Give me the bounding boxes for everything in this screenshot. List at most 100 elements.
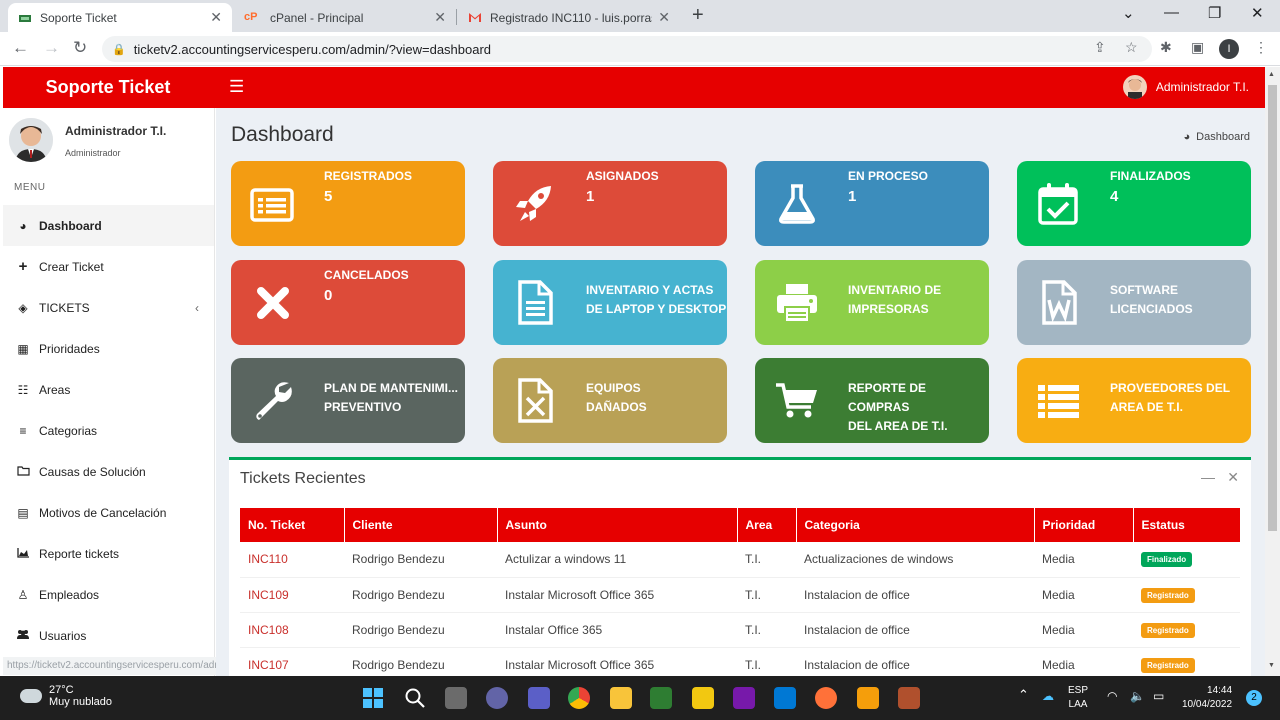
tile-asignados[interactable]: ASIGNADOS 1 [493, 161, 727, 246]
tile-label: PLAN DE MANTENIMI... PREVENTIVO [324, 379, 458, 417]
power-bi-icon[interactable] [692, 687, 714, 709]
ticket-number-link[interactable]: INC110 [240, 542, 344, 578]
chevron-up-icon[interactable]: ⌃ [1018, 688, 1029, 702]
close-icon[interactable]: ✕ [210, 9, 222, 26]
header-user-menu[interactable]: Administrador T.I. [1122, 75, 1249, 99]
column-header[interactable]: Categoria [796, 508, 1035, 542]
close-icon[interactable]: ✕ [658, 9, 670, 26]
column-header[interactable]: Cliente [344, 508, 498, 542]
share-icon[interactable]: ⇪ [1094, 39, 1106, 56]
collapse-icon[interactable]: — [1201, 469, 1215, 485]
side-panel-icon[interactable]: ▣ [1191, 39, 1204, 56]
tile-cancelados[interactable]: CANCELADOS 0 [231, 260, 465, 345]
search-icon[interactable] [404, 687, 426, 709]
page-scrollbar[interactable]: ▲ ▼ [1265, 67, 1280, 676]
ticket-number-link[interactable]: INC109 [240, 577, 344, 613]
menu-kebab-icon[interactable]: ⋮ [1254, 39, 1268, 56]
close-window-icon[interactable]: ✕ [1251, 4, 1264, 22]
table-row[interactable]: INC107 Rodrigo Bendezu Instalar Microsof… [240, 647, 1240, 676]
column-header[interactable]: No. Ticket [240, 508, 345, 542]
tile-en-proceso[interactable]: EN PROCESO 1 [755, 161, 989, 246]
scroll-up-icon[interactable]: ▲ [1268, 71, 1275, 78]
breadcrumb-item[interactable]: Dashboard [1196, 131, 1250, 143]
notepad-icon[interactable] [650, 687, 672, 709]
tab-cpanel[interactable]: cP cPanel - Principal ✕ [234, 3, 456, 32]
restore-icon[interactable]: ❐ [1208, 4, 1221, 22]
scroll-down-icon[interactable]: ▼ [1268, 662, 1275, 669]
remote-desktop-icon[interactable] [774, 687, 796, 709]
weather-widget[interactable]: 27°C Muy nublado [20, 684, 112, 708]
sidebar-item-causas[interactable]: Causas de Solución [3, 451, 214, 492]
sidebar-item-usuarios[interactable]: Usuarios [3, 615, 214, 656]
tile-inventario-impresoras[interactable]: INVENTARIO DE IMPRESORAS [755, 260, 989, 345]
tile-proveedores[interactable]: PROVEEDORES DEL AREA DE T.I. [1017, 358, 1251, 443]
sidebar-item-categorias[interactable]: ≡ Categorias [3, 410, 214, 451]
sublime-icon[interactable] [857, 687, 879, 709]
cell-cliente: Rodrigo Bendezu [344, 647, 497, 676]
language-indicator[interactable]: ESP LAA [1068, 684, 1088, 712]
tile-inventario-actas[interactable]: INVENTARIO Y ACTAS DE LAPTOP Y DESKTOP [493, 260, 727, 345]
tile-plan-mantenimiento[interactable]: PLAN DE MANTENIMI... PREVENTIVO [231, 358, 465, 443]
column-header[interactable]: Prioridad [1034, 508, 1134, 542]
scrollbar-thumb[interactable] [1268, 85, 1277, 531]
chat-icon[interactable] [486, 687, 508, 709]
windows-start-icon[interactable] [362, 687, 384, 709]
sidebar-item-empleados[interactable]: ♙ Empleados [3, 574, 214, 615]
tile-label-line2: LICENCIADOS [1110, 302, 1193, 316]
hamburger-icon[interactable]: ☰ [229, 77, 244, 97]
task-view-icon[interactable] [445, 687, 467, 709]
teams-icon[interactable] [528, 687, 550, 709]
close-icon[interactable]: ✕ [434, 9, 446, 26]
firefox-icon[interactable] [815, 687, 837, 709]
chevron-down-icon[interactable]: ⌄ [1122, 4, 1135, 22]
battery-icon[interactable]: ▭ [1153, 689, 1164, 703]
tile-reporte-compras[interactable]: REPORTE DE COMPRAS DEL AREA DE T.I. [755, 358, 989, 443]
app-icon[interactable] [898, 687, 920, 709]
tile-equipos-danados[interactable]: EQUIPOS DAÑADOS [493, 358, 727, 443]
column-header[interactable]: Asunto [497, 508, 738, 542]
reload-icon[interactable]: ↻ [73, 38, 87, 58]
url-input[interactable]: 🔒 ticketv2.accountingservicesperu.com/ad… [102, 36, 1152, 62]
tile-registrados[interactable]: REGISTRADOS 5 [231, 161, 465, 246]
sidebar-item-prioridades[interactable]: ▦ Prioridades [3, 328, 214, 369]
table-row[interactable]: INC110 Rodrigo Bendezu Actulizar a windo… [240, 542, 1240, 578]
column-header[interactable]: Estatus [1133, 508, 1240, 542]
tile-label: REPORTE DE COMPRAS DEL AREA DE T.I. [848, 379, 989, 436]
extensions-icon[interactable]: ✱ [1160, 39, 1172, 56]
close-icon[interactable]: ✕ [1227, 469, 1239, 486]
sidebar-item-motivos[interactable]: ▤ Motivos de Cancelación [3, 492, 214, 533]
tab-title: cPanel - Principal [270, 10, 364, 25]
star-icon[interactable]: ☆ [1125, 39, 1138, 56]
cloud-tray-icon[interactable]: ☁ [1042, 689, 1054, 703]
back-arrow-icon[interactable]: ← [12, 38, 29, 58]
sidebar-item-crear-ticket[interactable]: + Crear Ticket [3, 246, 214, 287]
onenote-icon[interactable] [733, 687, 755, 709]
column-header[interactable]: Area [737, 508, 797, 542]
sidebar-item-dashboard[interactable]: ◕ Dashboard [3, 205, 214, 246]
tab-soporte-ticket[interactable]: Soporte Ticket ✕ [8, 3, 232, 32]
new-tab-icon[interactable]: + [692, 4, 704, 27]
sidebar-item-tickets[interactable]: ◈ TICKETS ‹ [3, 287, 214, 328]
ticket-number-link[interactable]: INC107 [240, 647, 344, 676]
clock[interactable]: 14:44 10/04/2022 [1182, 684, 1232, 712]
table-row[interactable]: INC108 Rodrigo Bendezu Instalar Office 3… [240, 612, 1240, 648]
brand-logo[interactable]: Soporte Ticket [3, 67, 213, 108]
ticket-number-link[interactable]: INC108 [240, 612, 344, 648]
sidebar-item-label: Empleados [39, 587, 100, 602]
sidebar-item-areas[interactable]: ☷ Areas [3, 369, 214, 410]
table-row[interactable]: INC109 Rodrigo Bendezu Instalar Microsof… [240, 577, 1240, 613]
chrome-icon[interactable] [568, 687, 590, 709]
sidebar-item-reporte[interactable]: Reporte tickets [3, 533, 214, 574]
forward-arrow-icon[interactable]: → [43, 38, 60, 58]
tile-software[interactable]: SOFTWARE LICENCIADOS [1017, 260, 1251, 345]
speaker-icon[interactable]: 🔈 [1130, 689, 1145, 703]
tab-gmail[interactable]: Registrado INC110 - luis.porras7@ ✕ [458, 3, 680, 32]
wifi-icon[interactable]: ◠ [1107, 689, 1117, 703]
minimize-icon[interactable]: — [1164, 4, 1179, 21]
cell-cliente: Rodrigo Bendezu [344, 612, 497, 648]
notification-badge[interactable]: 2 [1246, 690, 1262, 706]
tile-finalizados[interactable]: FINALIZADOS 4 [1017, 161, 1251, 246]
profile-avatar[interactable]: I [1219, 39, 1239, 59]
file-explorer-icon[interactable] [610, 687, 632, 709]
tile-label-line2: DE LAPTOP Y DESKTOP [586, 302, 727, 316]
